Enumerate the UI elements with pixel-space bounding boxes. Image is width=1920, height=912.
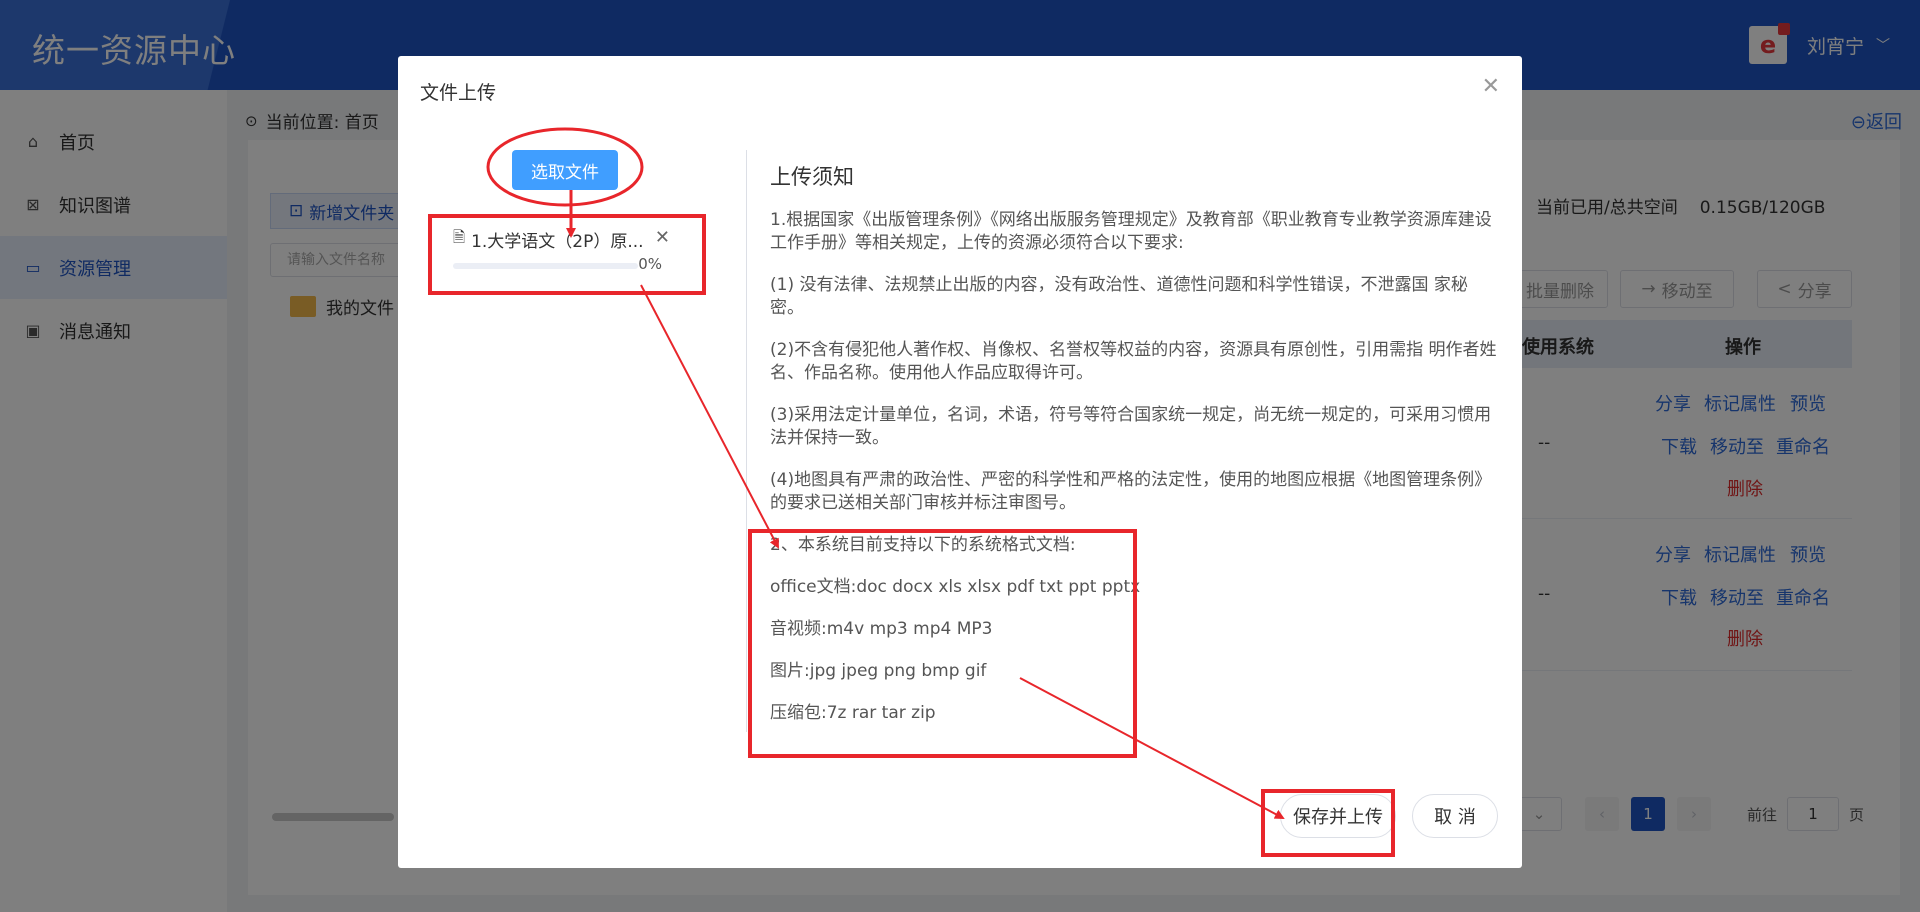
file-name: 1.大学语文（2P）原...: [471, 232, 644, 252]
remove-file-icon[interactable]: ✕: [655, 227, 670, 248]
upload-notice: 上传须知 1.根据国家《出版管理条例》《网络出版服务管理规定》及教育部《职业教育…: [770, 166, 1500, 744]
format-line: 图片:jpg jpeg png bmp gif: [770, 661, 987, 681]
format-line: 2、本系统目前支持以下的系统格式文档:: [770, 535, 1076, 555]
dialog-title: 文件上传: [420, 82, 497, 104]
format-line: office文档:doc docx xls xlsx pdf txt ppt p…: [770, 577, 1141, 597]
format-line: 音视频:m4v mp3 mp4 MP3: [770, 619, 993, 639]
upload-file-item: 🗎 1.大学语文（2P）原... ✕ 0%: [453, 227, 678, 285]
upload-dialog: 文件上传 ✕ 选取文件 🗎 1.大学语文（2P）原... ✕ 0% 上传须知 1…: [398, 56, 1522, 868]
notice-paragraph: (3)采用法定计量单位，名词，术语，符号等符合国家统一规定，尚无统一规定的，可采…: [770, 405, 1492, 448]
save-upload-button[interactable]: 保存并上传: [1280, 794, 1396, 838]
close-icon[interactable]: ✕: [1482, 74, 1500, 99]
notice-paragraph: (4)地图具有严肃的政治性、严密的科学性和严格的法定性，使用的地图应根据《地图管…: [770, 470, 1492, 513]
cancel-button[interactable]: 取 消: [1412, 794, 1498, 838]
document-icon: 🗎: [453, 228, 466, 246]
notice-title: 上传须知: [770, 165, 854, 189]
format-line: 压缩包:7z rar tar zip: [770, 703, 936, 723]
pick-file-button[interactable]: 选取文件: [512, 150, 618, 190]
file-name-row: 🗎 1.大学语文（2P）原...: [453, 227, 653, 252]
upload-progress-text: 0%: [638, 255, 662, 273]
dialog-divider: [746, 150, 747, 732]
upload-progress-bar: [453, 263, 638, 269]
notice-paragraph: (2)不含有侵犯他人著作权、肖像权、名誉权等权益的内容，资源具有原创性，引用需指…: [770, 340, 1497, 383]
notice-paragraph: (1) 没有法律、法规禁止出版的内容，没有政治性、道德性问题和科学性错误，不泄露…: [770, 275, 1468, 318]
notice-paragraph: 1.根据国家《出版管理条例》《网络出版服务管理规定》及教育部《职业教育专业教学资…: [770, 210, 1492, 253]
